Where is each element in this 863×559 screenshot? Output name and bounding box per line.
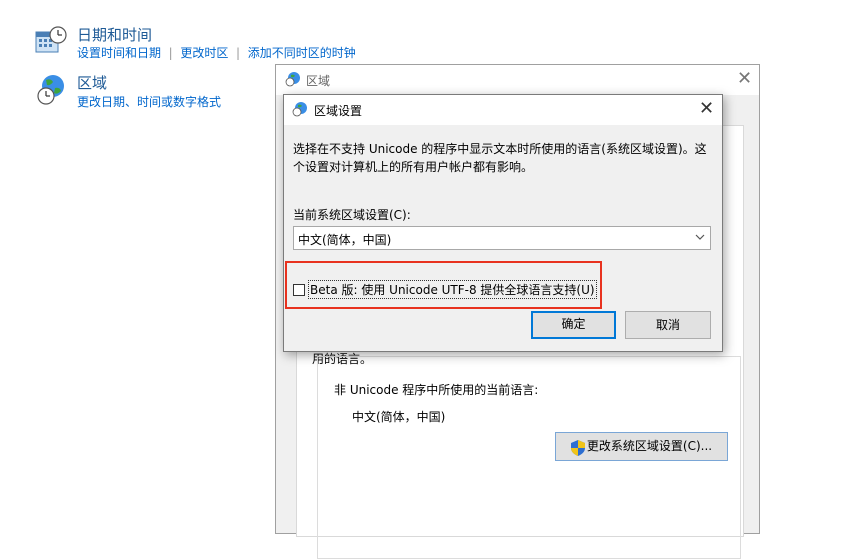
- link-separator: |: [232, 46, 244, 60]
- ok-button[interactable]: 确定: [531, 311, 616, 339]
- change-formats-link[interactable]: 更改日期、时间或数字格式: [77, 93, 221, 110]
- nonunicode-label: 非 Unicode 程序中所使用的当前语言:: [334, 383, 539, 397]
- link-separator: |: [164, 46, 177, 60]
- region-window-title: 区域: [306, 74, 331, 88]
- locale-select-value: 中文(简体，中国): [298, 233, 392, 247]
- current-locale-label: 当前系统区域设置(C):: [293, 208, 411, 222]
- dialog-titlebar: 区域设置 ✕: [284, 95, 722, 125]
- region-globe-icon: [34, 72, 68, 106]
- datetime-title[interactable]: 日期和时间: [77, 24, 152, 45]
- region-window-globe-icon: [285, 71, 301, 87]
- dialog-title: 区域设置: [314, 104, 363, 118]
- uac-shield-icon: [570, 439, 585, 456]
- current-language-value: 中文(简体，中国): [352, 410, 446, 424]
- chevron-down-icon: [695, 231, 705, 246]
- region-window-titlebar: 区域 ✕: [276, 65, 759, 95]
- locale-select[interactable]: 中文(简体，中国): [293, 226, 711, 250]
- close-icon[interactable]: ✕: [737, 70, 752, 88]
- datetime-links: 设置时间和日期 | 更改时区 | 添加不同时区的时钟: [77, 44, 356, 61]
- dialog-globe-icon: [292, 101, 308, 117]
- region-settings-dialog: 区域设置 ✕ 选择在不支持 Unicode 的程序中显示文本时所使用的语言(系统…: [283, 94, 723, 352]
- change-timezone-link[interactable]: 更改时区: [180, 46, 228, 60]
- highlight-box: [285, 261, 602, 309]
- add-clocks-link[interactable]: 添加不同时区的时钟: [248, 46, 356, 60]
- change-system-locale-button[interactable]: 更改系统区域设置(C)...: [555, 432, 728, 461]
- change-system-locale-label: 更改系统区域设置(C)...: [586, 439, 713, 453]
- dialog-close-icon[interactable]: ✕: [699, 100, 714, 118]
- datetime-icon: [34, 24, 68, 58]
- region-title[interactable]: 区域: [77, 72, 107, 93]
- dialog-description: 选择在不支持 Unicode 的程序中显示文本时所使用的语言(系统区域设置)。这…: [293, 142, 707, 174]
- cancel-button[interactable]: 取消: [625, 311, 711, 339]
- set-time-date-link[interactable]: 设置时间和日期: [77, 46, 161, 60]
